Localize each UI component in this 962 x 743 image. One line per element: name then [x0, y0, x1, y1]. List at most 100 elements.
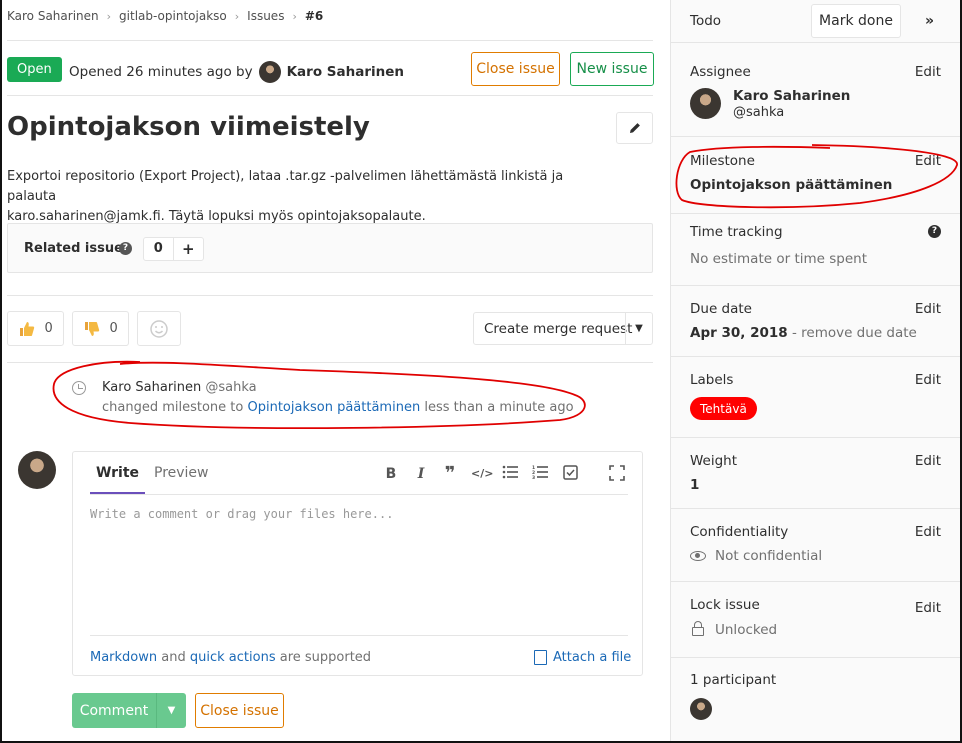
breadcrumb-issue-number[interactable]: #6 — [305, 9, 323, 23]
eye-icon — [690, 551, 706, 561]
breadcrumb-issues[interactable]: Issues — [247, 9, 284, 23]
edit-due-date-link[interactable]: Edit — [915, 301, 941, 317]
assignee-section: Assignee Edit Karo Saharinen @sahka — [671, 43, 960, 137]
comment-form: Write Preview B I ❞ </> 123 Write a comm… — [72, 451, 643, 676]
bold-icon[interactable]: B — [382, 465, 400, 483]
help-icon[interactable]: ? — [119, 242, 132, 255]
participants-section: 1 participant — [671, 658, 960, 743]
weight-section: Weight Edit 1 — [671, 438, 960, 509]
markdown-hint: Markdown and quick actions are supported — [90, 650, 371, 665]
markdown-hint-and: and — [161, 650, 186, 665]
author-avatar[interactable] — [258, 61, 281, 83]
time-tracking-section: Time tracking ? No estimate or time spen… — [671, 214, 960, 286]
create-merge-request-label: Create merge request — [484, 320, 633, 337]
thumbs-up-count: 0 — [44, 321, 53, 336]
attach-file-label: Attach a file — [553, 650, 632, 665]
unlock-icon — [692, 621, 704, 636]
divider — [7, 295, 653, 296]
edit-assignee-link[interactable]: Edit — [915, 64, 941, 80]
weight-title: Weight — [690, 453, 738, 469]
related-issues-label: Related issues — [24, 241, 131, 256]
issue-description: Exportoi repositorio (Export Project), l… — [7, 167, 607, 227]
close-issue-button[interactable]: Close issue — [471, 52, 560, 86]
milestone-value[interactable]: Opintojakson päättäminen — [690, 177, 892, 193]
comment-textarea[interactable]: Write a comment or drag your files here.… — [90, 507, 620, 521]
comment-button[interactable]: Comment ▼ — [72, 693, 186, 728]
issue-sidebar: Todo Assignee Edit Karo Saharinen @sahka… — [670, 0, 960, 743]
fullscreen-icon[interactable] — [608, 465, 626, 483]
due-date-section: Due date Edit Apr 30, 2018 - remove due … — [671, 286, 960, 357]
note-time: less than a minute ago — [424, 400, 574, 415]
time-tracking-value: No estimate or time spent — [690, 251, 867, 267]
edit-milestone-link[interactable]: Edit — [915, 153, 941, 169]
edit-title-button[interactable] — [616, 112, 653, 144]
edit-weight-link[interactable]: Edit — [915, 453, 941, 469]
code-icon[interactable]: </> — [471, 465, 493, 483]
lock-value: Unlocked — [715, 622, 778, 638]
caret-down-icon[interactable]: ▼ — [625, 313, 652, 344]
related-issues-block: Related issues ? 0 + — [7, 223, 653, 273]
markdown-hint-supported: are supported — [279, 650, 372, 665]
thumbs-down-button[interactable]: 0 — [72, 311, 129, 346]
bullet-list-icon[interactable] — [501, 465, 519, 483]
note-milestone-link[interactable]: Opintojakson päättäminen — [248, 400, 421, 415]
add-related-issue-button[interactable]: + — [174, 238, 203, 260]
collapse-sidebar-icon[interactable]: » — [925, 13, 934, 29]
svg-text:3: 3 — [532, 475, 535, 479]
help-icon[interactable]: ? — [928, 225, 941, 238]
chevron-right-icon: › — [106, 9, 112, 23]
add-reaction-button[interactable] — [137, 311, 181, 346]
edit-confidentiality-link[interactable]: Edit — [915, 524, 941, 540]
quote-icon[interactable]: ❞ — [441, 465, 459, 483]
thumbs-down-count: 0 — [109, 321, 118, 336]
divider — [7, 95, 653, 96]
clock-icon — [72, 381, 86, 395]
current-user-avatar[interactable] — [18, 451, 56, 489]
thumbs-up-icon — [20, 321, 35, 336]
breadcrumb-user[interactable]: Karo Saharinen — [7, 9, 99, 23]
thumbs-down-icon — [85, 321, 100, 336]
lock-issue-section: Lock issue Edit Unlocked — [671, 582, 960, 658]
quick-actions-link[interactable]: quick actions — [190, 650, 276, 665]
tab-preview[interactable]: Preview — [154, 465, 209, 481]
description-line: Exportoi repositorio (Export Project), l… — [7, 169, 564, 204]
author-name[interactable]: Karo Saharinen — [287, 64, 404, 80]
weight-value: 1 — [690, 477, 700, 493]
lock-issue-title: Lock issue — [690, 597, 760, 613]
related-count: 0 — [144, 238, 174, 260]
divider — [7, 40, 653, 41]
new-issue-button[interactable]: New issue — [570, 52, 654, 86]
assignee-handle: @sahka — [733, 105, 785, 120]
remove-due-date-link[interactable]: - remove due date — [792, 325, 917, 341]
divider — [90, 494, 628, 495]
task-list-icon[interactable] — [561, 465, 579, 483]
comment-button-label[interactable]: Comment — [72, 693, 157, 728]
note-author-line: Karo Saharinen @sahka — [102, 380, 257, 395]
markdown-link[interactable]: Markdown — [90, 650, 157, 665]
attach-file-button[interactable]: Attach a file — [534, 650, 631, 665]
status-badge: Open — [7, 57, 62, 82]
assignee-name[interactable]: Karo Saharinen — [733, 88, 850, 104]
pencil-icon — [629, 123, 640, 133]
assignee-title: Assignee — [690, 64, 751, 80]
italic-icon[interactable]: I — [412, 465, 430, 483]
caret-down-icon[interactable]: ▼ — [157, 693, 186, 728]
edit-lock-link[interactable]: Edit — [915, 600, 941, 616]
confidentiality-section: Confidentiality Edit Not confidential — [671, 509, 960, 582]
thumbs-up-button[interactable]: 0 — [7, 311, 64, 346]
close-issue-button[interactable]: Close issue — [195, 693, 284, 728]
chevron-right-icon: › — [234, 9, 240, 23]
note-handle[interactable]: @sahka — [205, 380, 256, 395]
edit-labels-link[interactable]: Edit — [915, 372, 941, 388]
mark-done-button[interactable]: Mark done — [811, 4, 901, 38]
assignee-avatar[interactable] — [690, 88, 721, 119]
due-date-value-line: Apr 30, 2018 - remove due date — [690, 325, 917, 341]
numbered-list-icon[interactable]: 123 — [531, 465, 549, 483]
breadcrumb-project[interactable]: gitlab-opintojakso — [119, 9, 227, 23]
tab-write[interactable]: Write — [90, 464, 145, 494]
opened-text: Opened 26 minutes ago by — [69, 64, 253, 80]
label-badge[interactable]: Tehtävä — [690, 397, 757, 420]
note-author[interactable]: Karo Saharinen — [102, 380, 201, 395]
create-merge-request-button[interactable]: Create merge request ▼ — [473, 312, 653, 345]
participant-avatar[interactable] — [690, 698, 712, 720]
